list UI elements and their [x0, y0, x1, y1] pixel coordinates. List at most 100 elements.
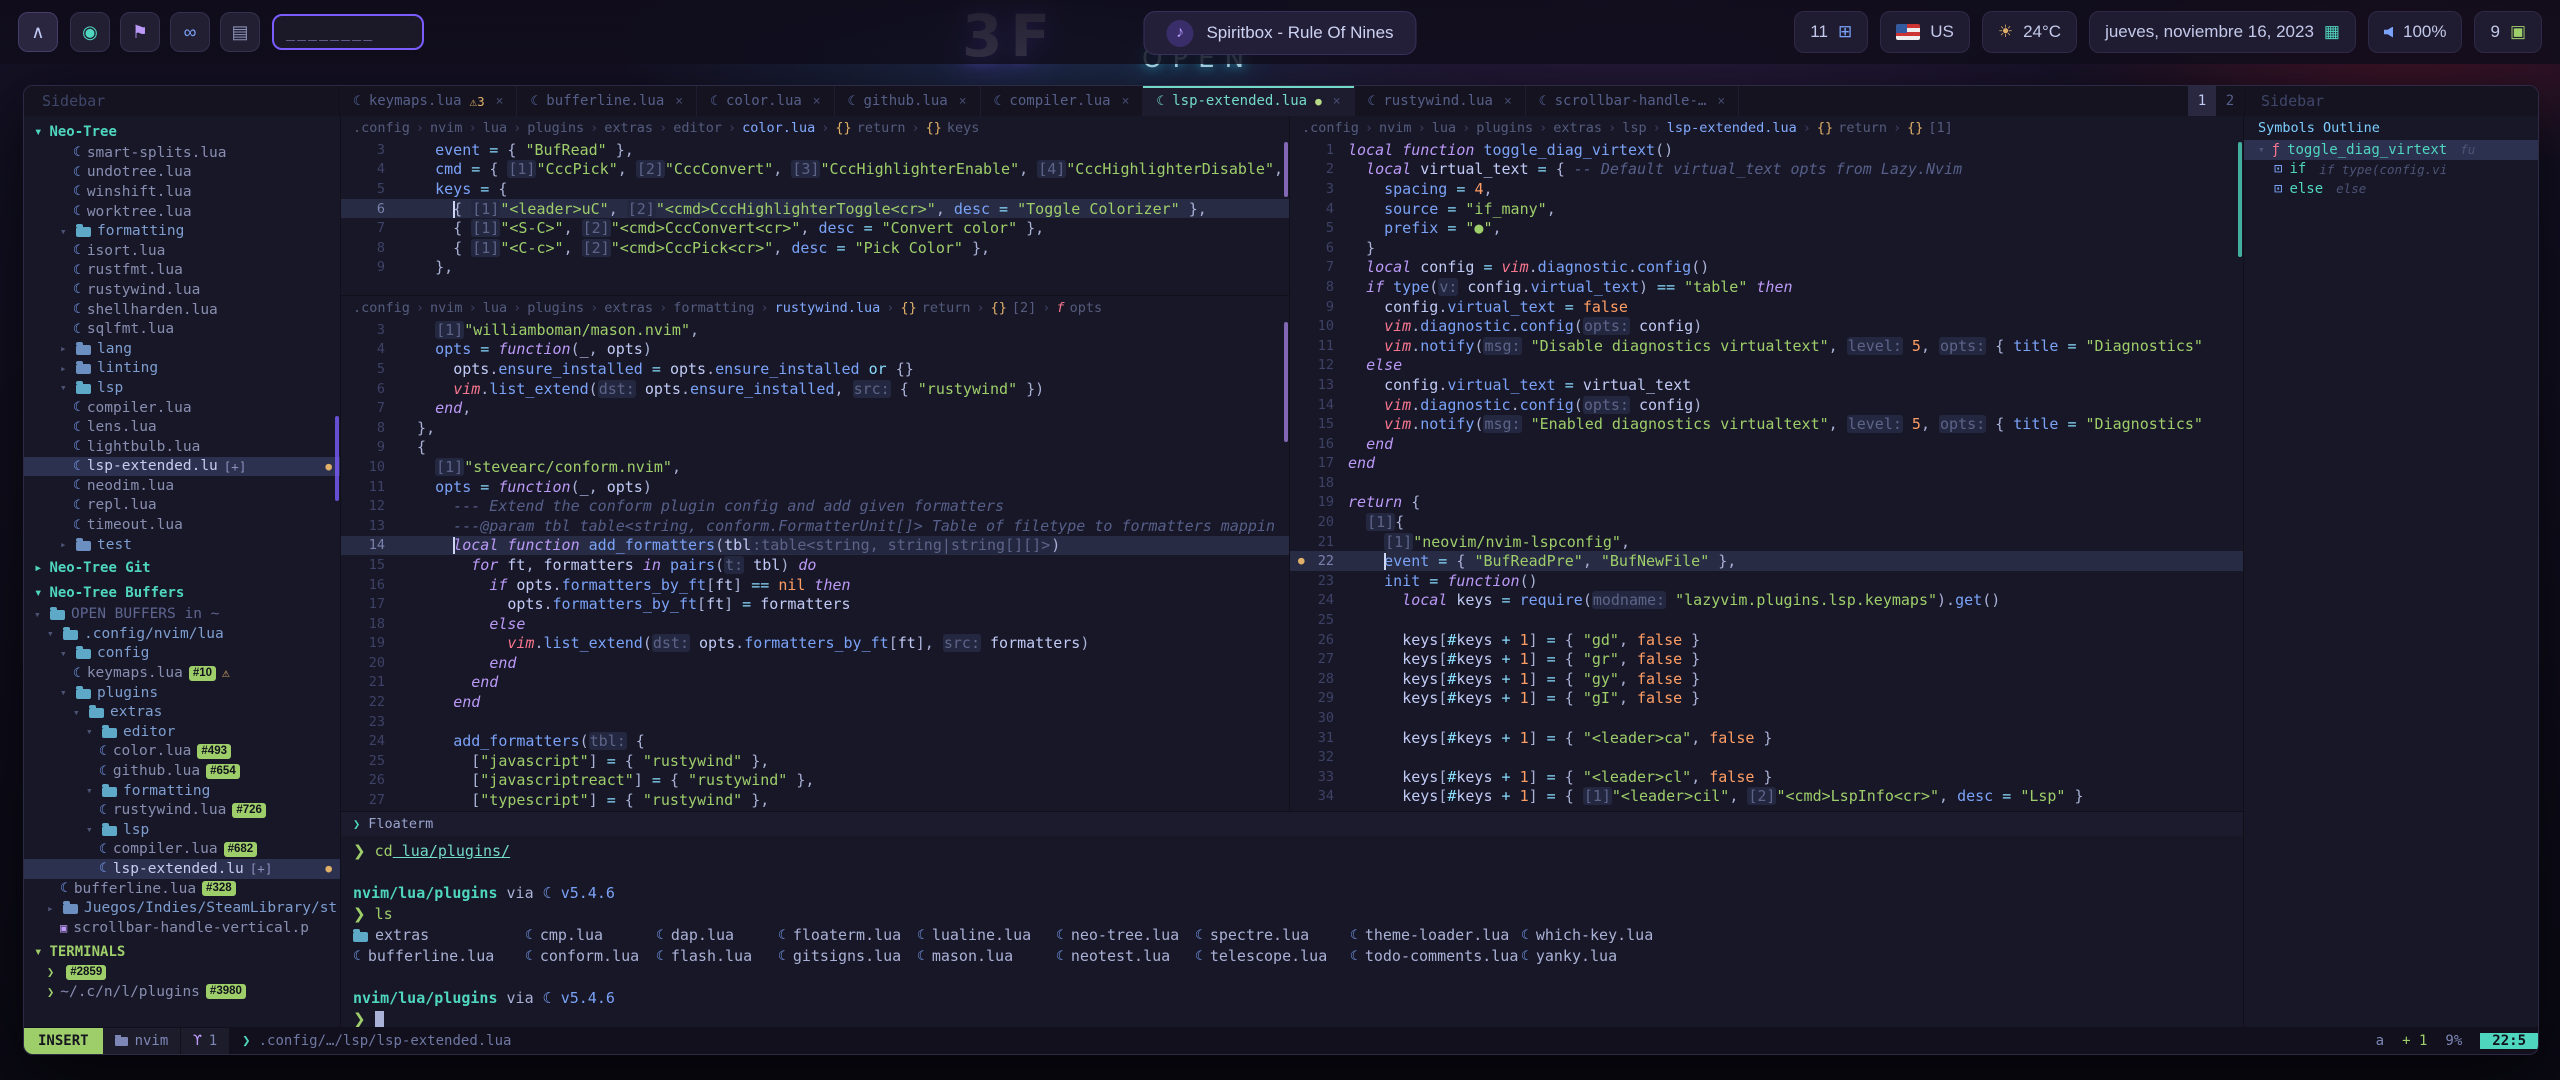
listing-entry: ☾conform.lua — [525, 946, 656, 967]
tab-color-lua[interactable]: ☾color.lua× — [697, 86, 835, 116]
notes-button[interactable]: ▤ — [220, 12, 260, 52]
close-icon[interactable]: × — [959, 94, 967, 109]
listing-entry: ☾telescope.lua — [1195, 946, 1350, 967]
tree-item[interactable]: ▸lang — [24, 339, 340, 359]
floaterm-terminal[interactable]: ❯ cd lua/plugins/nvim/lua/plugins via ☾ … — [341, 836, 2243, 1027]
editor-color-lua[interactable]: .config›nvim›lua›plugins›extras›editor›c… — [341, 116, 1289, 296]
symbols-outline-sidebar[interactable]: Symbols Outline ▾ƒtoggle_diag_virtextfu⊡… — [2243, 116, 2538, 1027]
weather-widget[interactable]: ☀ 24°C — [1982, 11, 2077, 53]
symbol-item[interactable]: ⊡elseelse — [2244, 179, 2538, 199]
close-icon[interactable]: × — [675, 94, 683, 109]
tree-item[interactable]: ❯~/.c/n/l/plugins#3980 — [24, 982, 340, 1002]
tree-item[interactable]: ▸linting — [24, 359, 340, 379]
tree-item[interactable]: ☾keymaps.lua#10⚠ — [24, 663, 340, 683]
tab-lsp-extended-lua[interactable]: ☾lsp-extended.lua●× — [1143, 86, 1354, 116]
tree-item[interactable]: ☾compiler.lua#682 — [24, 840, 340, 860]
line-number: 11 — [341, 479, 399, 495]
volume-widget[interactable]: 100% — [2368, 11, 2462, 53]
tree-item[interactable]: ▾editor — [24, 722, 340, 742]
workspaces-widget[interactable]: 11 ⊞ — [1794, 11, 1868, 53]
tree-item[interactable]: ▾lsp — [24, 820, 340, 840]
topbar-right: 11 ⊞ US ☀ 24°C jueves, noviembre 16, 202… — [1794, 11, 2542, 53]
section-header-neo-tree[interactable]: ▾Neo-Tree — [24, 121, 340, 143]
tab-keymaps-lua[interactable]: ☾keymaps.lua⚠3× — [340, 86, 517, 116]
tree-item[interactable]: ☾lightbulb.lua — [24, 437, 340, 457]
tab-compiler-lua[interactable]: ☾compiler.lua× — [981, 86, 1144, 116]
tree-item[interactable]: ☾winshift.lua — [24, 182, 340, 202]
tabpage-1[interactable]: 1 — [2188, 86, 2216, 116]
keyboard-layout-widget[interactable]: US — [1880, 11, 1970, 53]
tree-item[interactable]: ▸Juegos/Indies/SteamLibrary/st — [24, 898, 340, 918]
symbol-label: if — [2289, 161, 2306, 177]
section-header-terminals[interactable]: ▾TERMINALS — [24, 941, 340, 963]
tabpage-2[interactable]: 2 — [2216, 86, 2244, 116]
tree-item[interactable]: ☾rustywind.lua#726 — [24, 800, 340, 820]
symbol-item[interactable]: ⊡ifif type(config.vi — [2244, 160, 2538, 180]
tree-item[interactable]: ☾rustfmt.lua — [24, 261, 340, 281]
editor-rustywind-lua[interactable]: .config›nvim›lua›plugins›extras›formatti… — [341, 296, 1289, 811]
close-icon[interactable]: × — [1504, 94, 1512, 109]
section-header-neo-tree-buffers[interactable]: ▾Neo-Tree Buffers — [24, 582, 340, 604]
lua-file-icon: ☾ — [525, 925, 533, 946]
tab-rustywind-lua[interactable]: ☾rustywind.lua× — [1355, 86, 1526, 116]
tree-item[interactable]: ▾plugins — [24, 683, 340, 703]
tree-item[interactable]: ▾formatting — [24, 221, 340, 241]
tree-item[interactable]: ☾shellharden.lua — [24, 300, 340, 320]
launcher-button[interactable]: ∧ — [18, 12, 58, 52]
tree-item[interactable]: ☾timeout.lua — [24, 515, 340, 535]
tree-item[interactable]: ▣scrollbar-handle-vertical.p — [24, 918, 340, 938]
tree-item[interactable]: ❯#2859 — [24, 963, 340, 983]
listing-entry: extras — [353, 925, 525, 946]
line-number: 6 — [341, 381, 399, 397]
editor-lsp-extended-lua[interactable]: .config›nvim›lua›plugins›extras›lsp›lsp-… — [1290, 116, 2243, 811]
tree-item[interactable]: ☾worktree.lua — [24, 202, 340, 222]
symbol-item[interactable]: ▾ƒtoggle_diag_virtextfu — [2244, 140, 2538, 160]
tree-item[interactable]: ☾neodim.lua — [24, 476, 340, 496]
chevron-icon: ▾ — [86, 725, 96, 738]
tree-item[interactable]: ☾lsp-extended.lu[+]● — [24, 457, 340, 477]
tab-scrollbar-handle-[interactable]: ☾scrollbar-handle-…× — [1526, 86, 1739, 116]
tab-github-lua[interactable]: ☾github.lua× — [835, 86, 981, 116]
neo-tree-sidebar[interactable]: ▾Neo-Tree☾smart-splits.lua☾undotree.lua☾… — [24, 116, 341, 1027]
tree-item[interactable]: ▾lsp — [24, 378, 340, 398]
floaterm-panel[interactable]: ❯ Floaterm ❯ cd lua/plugins/nvim/lua/plu… — [341, 811, 2243, 1027]
tree-item[interactable]: ▾OPEN BUFFERS in ~ — [24, 604, 340, 624]
lua-file-icon: ☾ — [778, 946, 786, 967]
tree-item[interactable]: ☾undotree.lua — [24, 163, 340, 183]
music-player-widget[interactable]: ♪ Spiritbox - Rule Of Nines — [1143, 11, 1416, 55]
line-number: 32 — [1290, 749, 1348, 765]
close-icon[interactable]: × — [1717, 94, 1725, 109]
tree-item[interactable]: ☾isort.lua — [24, 241, 340, 261]
listing-entry: ☾lualine.lua — [917, 925, 1056, 946]
monitor-button[interactable]: ◉ — [70, 12, 110, 52]
tree-item[interactable]: ☾lens.lua — [24, 417, 340, 437]
search-input[interactable] — [272, 14, 424, 50]
tree-item[interactable]: ☾sqlfmt.lua — [24, 319, 340, 339]
flag-button[interactable]: ⚑ — [120, 12, 160, 52]
close-icon[interactable]: × — [1122, 94, 1130, 109]
section-header-neo-tree-git[interactable]: ▸Neo-Tree Git — [24, 557, 340, 579]
link-button[interactable]: ∞ — [170, 12, 210, 52]
tree-item[interactable]: ▾extras — [24, 702, 340, 722]
tree-item[interactable]: ☾color.lua#493 — [24, 742, 340, 762]
tree-item[interactable]: ☾bufferline.lua#328 — [24, 879, 340, 899]
date-widget[interactable]: jueves, noviembre 16, 2023 ▦ — [2089, 11, 2356, 53]
tree-item[interactable]: ☾lsp-extended.lu[+]● — [24, 859, 340, 879]
line-number: 5 — [341, 181, 399, 197]
close-icon[interactable]: × — [1333, 94, 1341, 109]
updates-widget[interactable]: 9 ▣ — [2474, 11, 2542, 53]
tree-item[interactable]: ▾.config/nvim/lua — [24, 624, 340, 644]
code-line: 5 opts.ensure_installed = opts.ensure_in… — [341, 359, 1289, 379]
tree-item[interactable]: ▾config — [24, 644, 340, 664]
close-icon[interactable]: × — [496, 94, 504, 109]
sidebar-scrollbar[interactable] — [335, 416, 339, 501]
tree-item[interactable]: ☾repl.lua — [24, 496, 340, 516]
tree-item[interactable]: ▾formatting — [24, 781, 340, 801]
tree-item[interactable]: ☾rustywind.lua — [24, 280, 340, 300]
close-icon[interactable]: × — [813, 94, 821, 109]
tab-bufferline-lua[interactable]: ☾bufferline.lua× — [517, 86, 697, 116]
tree-item[interactable]: ▸test — [24, 535, 340, 555]
tree-item[interactable]: ☾compiler.lua — [24, 398, 340, 418]
tree-item[interactable]: ☾smart-splits.lua — [24, 143, 340, 163]
tree-item[interactable]: ☾github.lua#654 — [24, 761, 340, 781]
